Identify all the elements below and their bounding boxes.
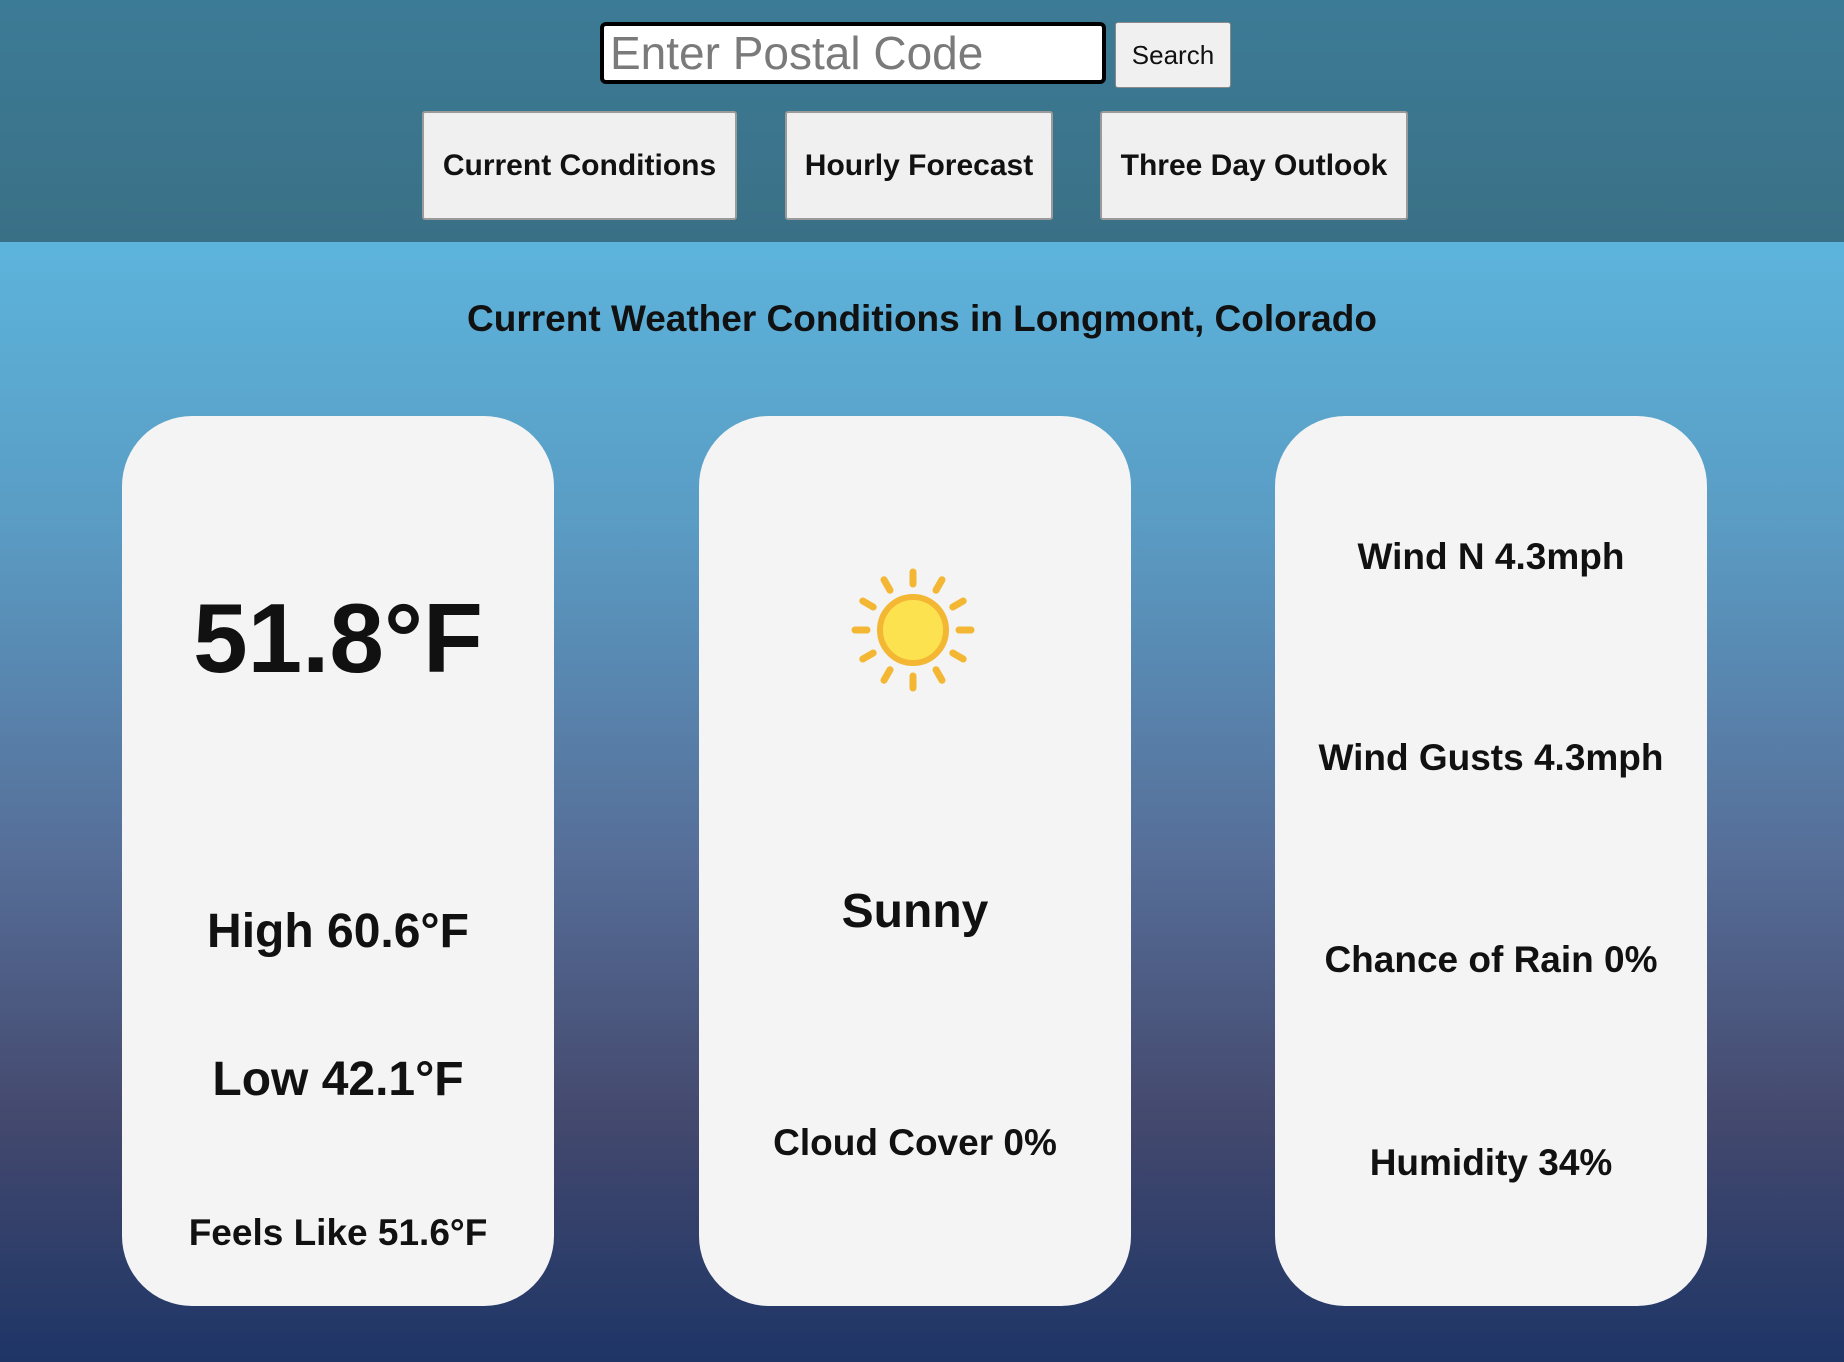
current-temperature: 51.8°F — [193, 583, 483, 693]
search-button[interactable]: Search — [1115, 22, 1231, 88]
sky-condition: Sunny — [841, 885, 989, 938]
page-title: Current Weather Conditions in Longmont, … — [467, 298, 1377, 339]
wind-gusts: Wind Gusts 4.3mph — [1318, 737, 1664, 778]
high-temperature: High 60.6°F — [207, 905, 469, 958]
tab-hourly-forecast[interactable]: Hourly Forecast — [785, 111, 1053, 220]
chance-of-rain: Chance of Rain 0% — [1324, 939, 1658, 980]
cloud-cover: Cloud Cover 0% — [773, 1122, 1057, 1163]
feels-like-temperature: Feels Like 51.6°F — [188, 1212, 488, 1253]
top-toolbar: Search Current Conditions Hourly Forecas… — [0, 0, 1844, 242]
tab-current-conditions[interactable]: Current Conditions — [422, 111, 737, 220]
conditions-panel: Current Weather Conditions in Longmont, … — [0, 242, 1844, 1362]
temperature-card: 51.8°F High 60.6°F Low 42.1°F Feels Like… — [122, 416, 554, 1306]
wind-speed: Wind N 4.3mph — [1357, 536, 1625, 577]
tab-three-day-outlook[interactable]: Three Day Outlook — [1100, 111, 1408, 220]
sun-icon — [851, 568, 975, 692]
wind-card: Wind N 4.3mph Wind Gusts 4.3mph Chance o… — [1275, 416, 1707, 1306]
humidity: Humidity 34% — [1369, 1142, 1613, 1183]
low-temperature: Low 42.1°F — [212, 1053, 464, 1106]
postal-code-input[interactable] — [600, 22, 1106, 84]
sky-card: Sunny Cloud Cover 0% — [699, 416, 1131, 1306]
